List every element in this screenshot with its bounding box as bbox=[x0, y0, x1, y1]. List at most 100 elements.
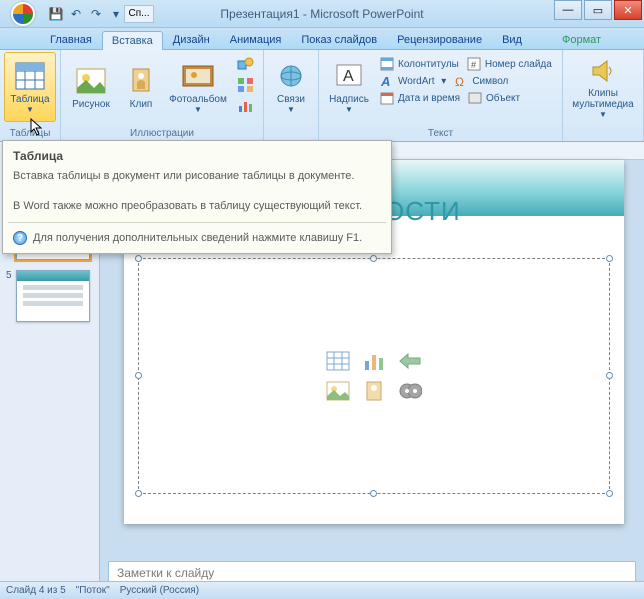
tooltip-help-text: Для получения дополнительных сведений на… bbox=[33, 232, 362, 244]
resize-handle[interactable] bbox=[135, 255, 142, 262]
tab-design[interactable]: Дизайн bbox=[163, 30, 220, 49]
content-placeholder[interactable] bbox=[138, 258, 610, 494]
links-label: Связи bbox=[277, 94, 305, 105]
resize-handle[interactable] bbox=[370, 490, 377, 497]
tooltip-line2: В Word также можно преобразовать в табли… bbox=[13, 199, 381, 214]
tab-insert[interactable]: Вставка bbox=[102, 31, 163, 50]
slide-title-text: ОСТИ bbox=[384, 196, 461, 227]
close-button[interactable]: ✕ bbox=[614, 0, 642, 20]
minimize-button[interactable]: — bbox=[554, 0, 582, 20]
svg-text:#: # bbox=[471, 60, 476, 70]
links-button[interactable]: Связи ▼ bbox=[268, 52, 314, 122]
resize-handle[interactable] bbox=[606, 490, 613, 497]
tooltip-body: Вставка таблицы в документ или рисование… bbox=[13, 169, 381, 214]
help-icon: ? bbox=[13, 231, 27, 245]
tooltip-title: Таблица bbox=[13, 149, 381, 163]
group-tables-label: Таблицы bbox=[4, 127, 56, 141]
tab-view[interactable]: Вид bbox=[492, 30, 532, 49]
insert-picture-icon[interactable] bbox=[324, 379, 352, 403]
save-icon[interactable]: 💾 bbox=[48, 6, 64, 22]
help-dropdown[interactable]: Сп... bbox=[124, 5, 154, 23]
photoalbum-button[interactable]: Фотоальбом ▼ bbox=[165, 52, 231, 122]
ribbon: Таблица ▼ Таблицы Рисунок Клип Фотоальбо… bbox=[0, 50, 644, 142]
group-links-label bbox=[268, 127, 314, 141]
dropdown-icon: ▼ bbox=[599, 110, 607, 119]
resize-handle[interactable] bbox=[135, 490, 142, 497]
insert-media-icon[interactable] bbox=[396, 379, 424, 403]
insert-smartart-icon[interactable] bbox=[396, 349, 424, 373]
dropdown-icon: ▼ bbox=[194, 105, 202, 114]
group-text-label: Текст bbox=[323, 127, 558, 141]
tooltip-help: ? Для получения дополнительных сведений … bbox=[13, 231, 381, 245]
clip-icon bbox=[125, 65, 157, 97]
group-media-label bbox=[567, 127, 639, 141]
album-label: Фотоальбом bbox=[169, 94, 227, 105]
tooltip-line1: Вставка таблицы в документ или рисование… bbox=[13, 169, 381, 184]
resize-handle[interactable] bbox=[606, 372, 613, 379]
group-tables: Таблица ▼ Таблицы bbox=[0, 50, 61, 141]
status-slide: Слайд 4 из 5 bbox=[6, 585, 66, 596]
media-label: Клипы мультимедиа bbox=[572, 88, 633, 110]
ribbon-tabs: Главная Вставка Дизайн Анимация Показ сл… bbox=[0, 28, 644, 50]
svg-text:A: A bbox=[380, 74, 390, 88]
redo-icon[interactable]: ↷ bbox=[88, 6, 104, 22]
table-tooltip: Таблица Вставка таблицы в документ или р… bbox=[2, 140, 392, 254]
symbol-label: Символ bbox=[472, 76, 508, 87]
picture-button[interactable]: Рисунок bbox=[65, 52, 117, 122]
textbox-label: Надпись bbox=[329, 94, 369, 105]
textbox-icon: A bbox=[333, 60, 365, 92]
textbox-button[interactable]: A Надпись ▼ bbox=[323, 52, 375, 122]
smartart-button[interactable] bbox=[235, 75, 257, 95]
title-bar: 💾 ↶ ↷ ▾ Презентация1 - Microsoft PowerPo… bbox=[0, 0, 644, 28]
group-illustrations: Рисунок Клип Фотоальбом ▼ Иллюстрации bbox=[61, 50, 264, 141]
symbol-button[interactable]: Ω Символ bbox=[451, 73, 511, 89]
dropdown-icon: ▼ bbox=[287, 105, 295, 114]
table-icon bbox=[14, 60, 46, 92]
album-icon bbox=[182, 60, 214, 92]
content-type-icons bbox=[324, 349, 424, 403]
svg-text:A: A bbox=[343, 68, 354, 85]
object-button[interactable]: Объект bbox=[465, 90, 523, 106]
chart-button[interactable] bbox=[235, 96, 257, 116]
resize-handle[interactable] bbox=[135, 372, 142, 379]
qat-menu-icon[interactable]: ▾ bbox=[108, 6, 124, 22]
clip-button[interactable]: Клип bbox=[119, 52, 163, 122]
wordart-button[interactable]: A WordArt ▾ bbox=[377, 73, 449, 89]
hf-label: Колонтитулы bbox=[398, 59, 459, 70]
tab-format[interactable]: Формат bbox=[552, 30, 611, 49]
insert-table-icon[interactable] bbox=[324, 349, 352, 373]
window-title: Презентация1 - Microsoft PowerPoint bbox=[220, 7, 423, 21]
table-button[interactable]: Таблица ▼ bbox=[4, 52, 56, 122]
quick-access-toolbar: 💾 ↶ ↷ ▾ bbox=[48, 6, 124, 22]
maximize-button[interactable]: ▭ bbox=[584, 0, 612, 20]
tab-animation[interactable]: Анимация bbox=[220, 30, 292, 49]
thumb-number: 5 bbox=[6, 270, 12, 281]
speaker-icon bbox=[587, 55, 619, 86]
links-icon bbox=[275, 60, 307, 92]
dropdown-icon: ▼ bbox=[345, 105, 353, 114]
window-controls: — ▭ ✕ bbox=[552, 0, 644, 27]
insert-clipart-icon[interactable] bbox=[360, 379, 388, 403]
insert-chart-icon[interactable] bbox=[360, 349, 388, 373]
picture-icon bbox=[75, 65, 107, 97]
tab-slideshow[interactable]: Показ слайдов bbox=[291, 30, 387, 49]
datetime-button[interactable]: Дата и время bbox=[377, 90, 463, 106]
header-footer-button[interactable]: Колонтитулы bbox=[377, 56, 462, 72]
tab-home[interactable]: Главная bbox=[40, 30, 102, 49]
resize-handle[interactable] bbox=[370, 255, 377, 262]
group-links: Связи ▼ bbox=[264, 50, 319, 141]
svg-text:Ω: Ω bbox=[455, 75, 464, 88]
resize-handle[interactable] bbox=[606, 255, 613, 262]
shapes-button[interactable] bbox=[235, 54, 257, 74]
office-button[interactable] bbox=[4, 0, 42, 28]
group-illus-label: Иллюстрации bbox=[65, 127, 259, 141]
slide-number-button[interactable]: # Номер слайда bbox=[464, 56, 555, 72]
media-clips-button[interactable]: Клипы мультимедиа ▼ bbox=[567, 52, 639, 122]
status-lang: Русский (Россия) bbox=[120, 585, 199, 596]
undo-icon[interactable]: ↶ bbox=[68, 6, 84, 22]
thumbnail-5[interactable]: 5 bbox=[6, 270, 93, 322]
tab-review[interactable]: Рецензирование bbox=[387, 30, 492, 49]
group-text: A Надпись ▼ Колонтитулы # Номер слайда A… bbox=[319, 50, 563, 141]
datetime-label: Дата и время bbox=[398, 93, 460, 104]
status-theme: "Поток" bbox=[76, 585, 110, 596]
